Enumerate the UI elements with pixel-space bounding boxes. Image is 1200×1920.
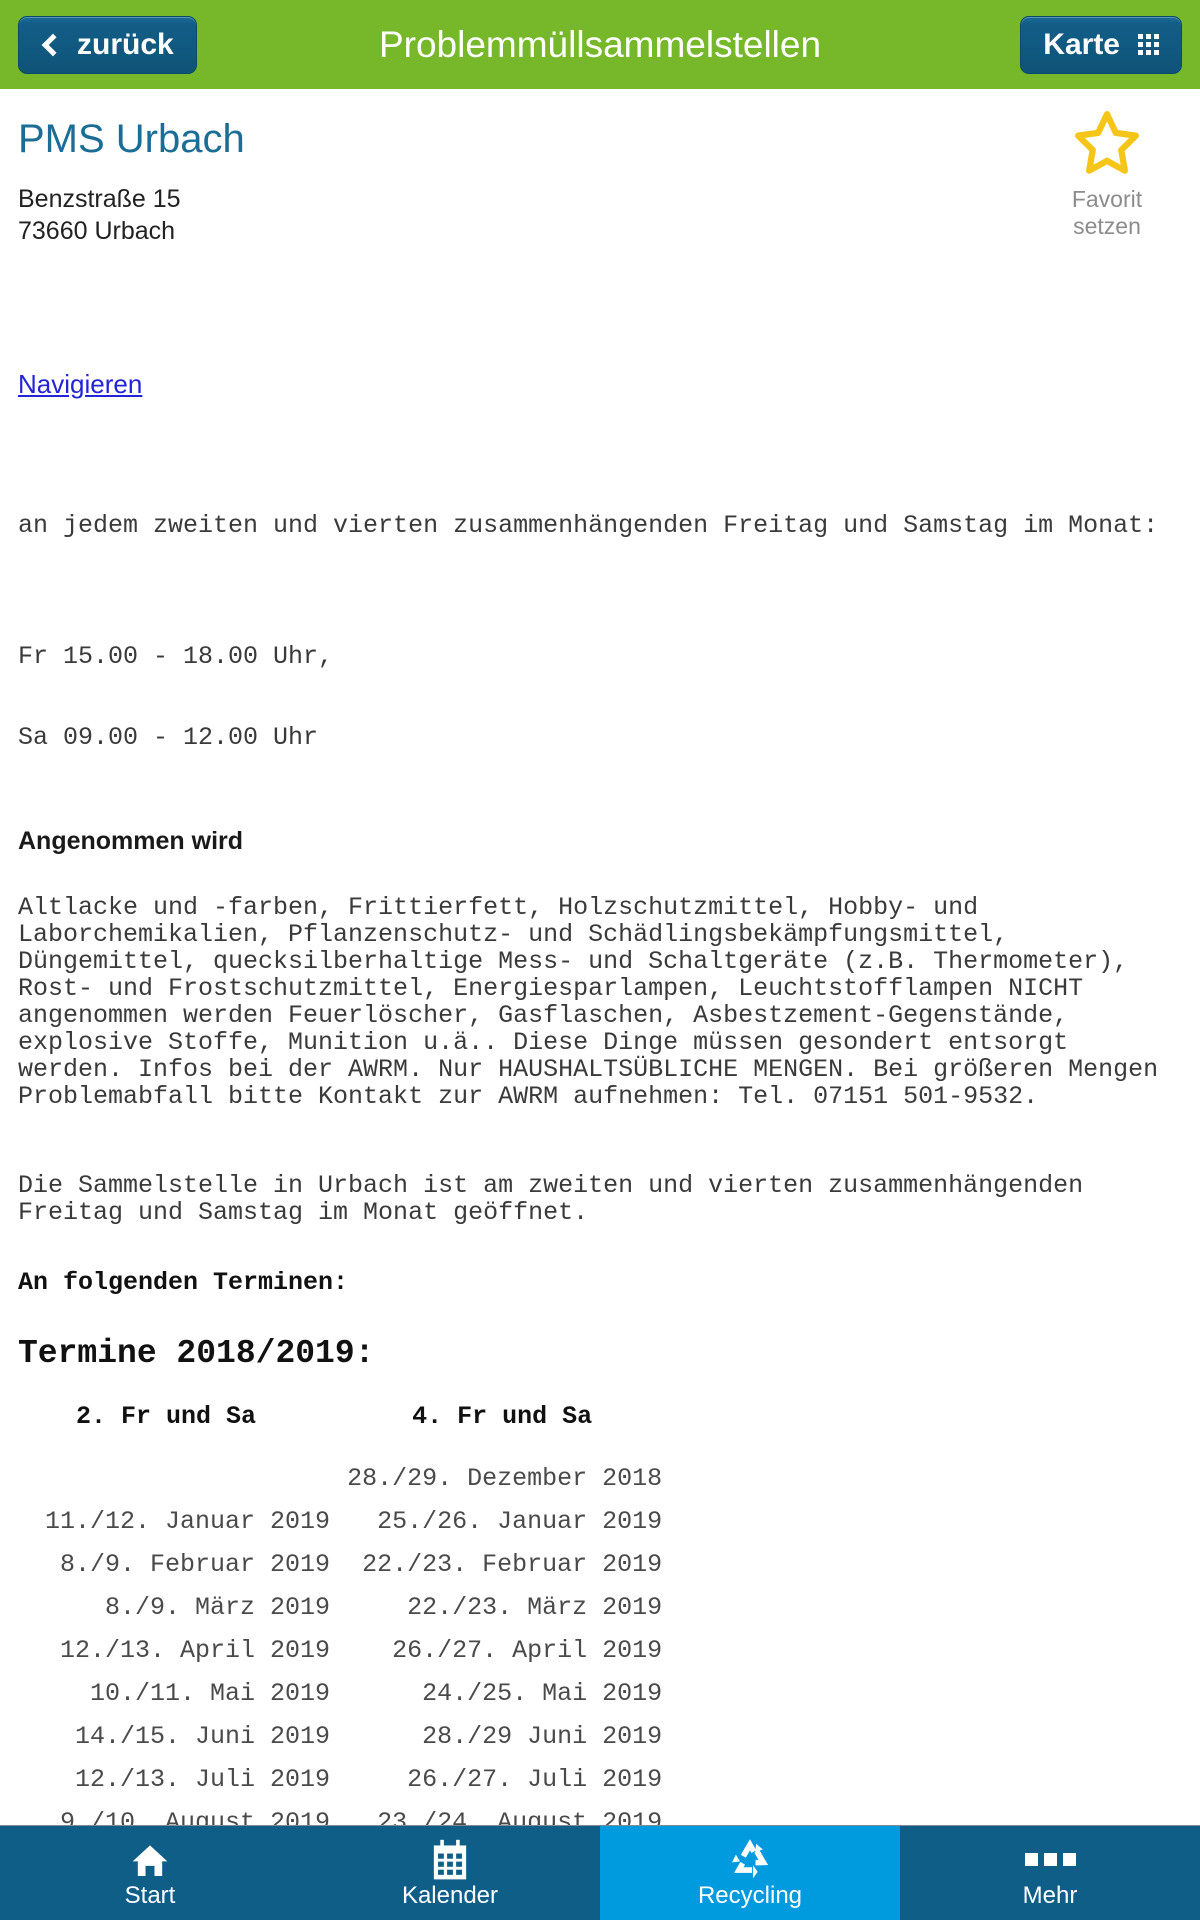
- address-city: 73660 Urbach: [18, 217, 176, 245]
- dates-column-header-fourth: 4. Fr und Sa: [412, 1402, 593, 1431]
- tab-start[interactable]: Start: [0, 1826, 300, 1920]
- home-icon: [129, 1839, 171, 1881]
- date-cell-second: 8./9. März 2019: [105, 1593, 331, 1622]
- app-root: zurück Problemmüllsammelstellen Karte PM…: [0, 0, 1200, 1920]
- date-cell-fourth: 28./29. Dezember 2018: [347, 1464, 663, 1493]
- table-row: 28./29. Dezember 2018: [0, 1457, 672, 1500]
- dates-table-body: 28./29. Dezember 2018 11./12. Januar 201…: [0, 1457, 672, 1848]
- date-cell-second: 12./13. Juli 2019: [75, 1765, 331, 1794]
- navigate-link[interactable]: Navigieren: [18, 369, 142, 400]
- location-address: Benzstraße 15 73660 Urbach: [0, 161, 1200, 247]
- date-cell-fourth: 25./26. Januar 2019: [377, 1507, 663, 1536]
- date-cell-fourth: 26./27. April 2019: [392, 1636, 663, 1665]
- opening-info-text: Die Sammelstelle in Urbach ist am zweite…: [18, 1171, 1099, 1227]
- opening-hours: Fr 15.00 - 18.00 Uhr, Sa 09.00 - 12.00 U…: [0, 589, 1200, 805]
- back-button-label: zurück: [77, 27, 174, 61]
- table-row: 8./9. März 2019 22./23. März 2019: [0, 1586, 672, 1629]
- table-row: 12./13. Juli 2019 26./27. Juli 2019: [0, 1758, 672, 1801]
- calendar-icon: [430, 1839, 470, 1881]
- recycling-icon: [728, 1838, 772, 1881]
- date-cell-second: 14./15. Juni 2019: [75, 1722, 331, 1751]
- tab-recycling-label: Recycling: [697, 1881, 803, 1909]
- location-name: PMS Urbach: [18, 117, 245, 161]
- more-dots-icon: [1024, 1839, 1076, 1881]
- chevron-left-icon: [41, 33, 65, 56]
- date-cell-fourth: 28./29 Juni 2019: [422, 1722, 663, 1751]
- dates-column-header-second: 2. Fr und Sa: [76, 1402, 257, 1431]
- favorite-label-line1: Favorit: [1071, 186, 1143, 212]
- address-street: Benzstraße 15: [18, 185, 181, 213]
- favorite-label-line2: setzen: [1073, 213, 1141, 240]
- date-cell-second: 8./9. Februar 2019: [60, 1550, 331, 1579]
- table-row: 11./12. Januar 2019 25./26. Januar 2019: [0, 1500, 672, 1543]
- opening-intro-text: an jedem zweiten und vierten zusammenhän…: [18, 511, 1159, 540]
- bottom-tab-bar: Start Kalender Recycling Mehr: [0, 1825, 1200, 1920]
- back-button[interactable]: zurück: [18, 15, 197, 74]
- table-row: 8./9. Februar 2019 22./23. Februar 2019: [0, 1543, 672, 1586]
- tab-mehr-label: Mehr: [1022, 1881, 1078, 1909]
- hours-saturday: Sa 09.00 - 12.00 Uhr: [18, 723, 319, 752]
- accepted-materials-text: Altlacke und -farben, Frittierfett, Holz…: [18, 893, 1174, 1111]
- date-cell-fourth: 26./27. Juli 2019: [407, 1765, 663, 1794]
- tab-recycling[interactable]: Recycling: [600, 1826, 900, 1920]
- dates-table-header-row: 2. Fr und Sa 4. Fr und Sa: [0, 1402, 672, 1457]
- favorite-label: Favorit setzen: [1042, 186, 1172, 240]
- date-cell-fourth: 22./23. Februar 2019: [362, 1550, 663, 1579]
- dates-title: Termine 2018/2019:: [18, 1335, 375, 1372]
- tab-kalender[interactable]: Kalender: [300, 1826, 600, 1920]
- tab-mehr[interactable]: Mehr: [900, 1826, 1200, 1920]
- content-scroll-area[interactable]: PMS Urbach Benzstraße 15 73660 Urbach Fa…: [0, 89, 1200, 1848]
- hours-friday: Fr 15.00 - 18.00 Uhr,: [18, 642, 334, 671]
- map-button-label: Karte: [1043, 27, 1120, 61]
- star-icon: [1075, 111, 1139, 174]
- date-cell-second: 12./13. April 2019: [60, 1636, 331, 1665]
- date-cell-fourth: 24./25. Mai 2019: [422, 1679, 663, 1708]
- map-button[interactable]: Karte: [1020, 15, 1182, 74]
- date-cell-second: 10./11. Mai 2019: [90, 1679, 331, 1708]
- tab-kalender-label: Kalender: [401, 1881, 499, 1909]
- app-header: zurück Problemmüllsammelstellen Karte: [0, 0, 1200, 89]
- favorite-button[interactable]: Favorit setzen: [1042, 107, 1172, 240]
- table-row: 14./15. Juni 2019 28./29 Juni 2019: [0, 1715, 672, 1758]
- date-cell-fourth: 22./23. März 2019: [407, 1593, 663, 1622]
- grid-icon: [1138, 34, 1159, 55]
- table-row: 10./11. Mai 2019 24./25. Mai 2019: [0, 1672, 672, 1715]
- date-cell-second: [0, 1457, 332, 1500]
- table-row: 12./13. April 2019 26./27. April 2019: [0, 1629, 672, 1672]
- dates-table: 2. Fr und Sa 4. Fr und Sa 28./29. Dezemb…: [0, 1402, 672, 1848]
- accepted-heading: Angenommen wird: [18, 827, 244, 855]
- dates-intro: An folgenden Terminen:: [18, 1268, 349, 1297]
- date-cell-second: 11./12. Januar 2019: [45, 1507, 331, 1536]
- tab-start-label: Start: [124, 1881, 176, 1909]
